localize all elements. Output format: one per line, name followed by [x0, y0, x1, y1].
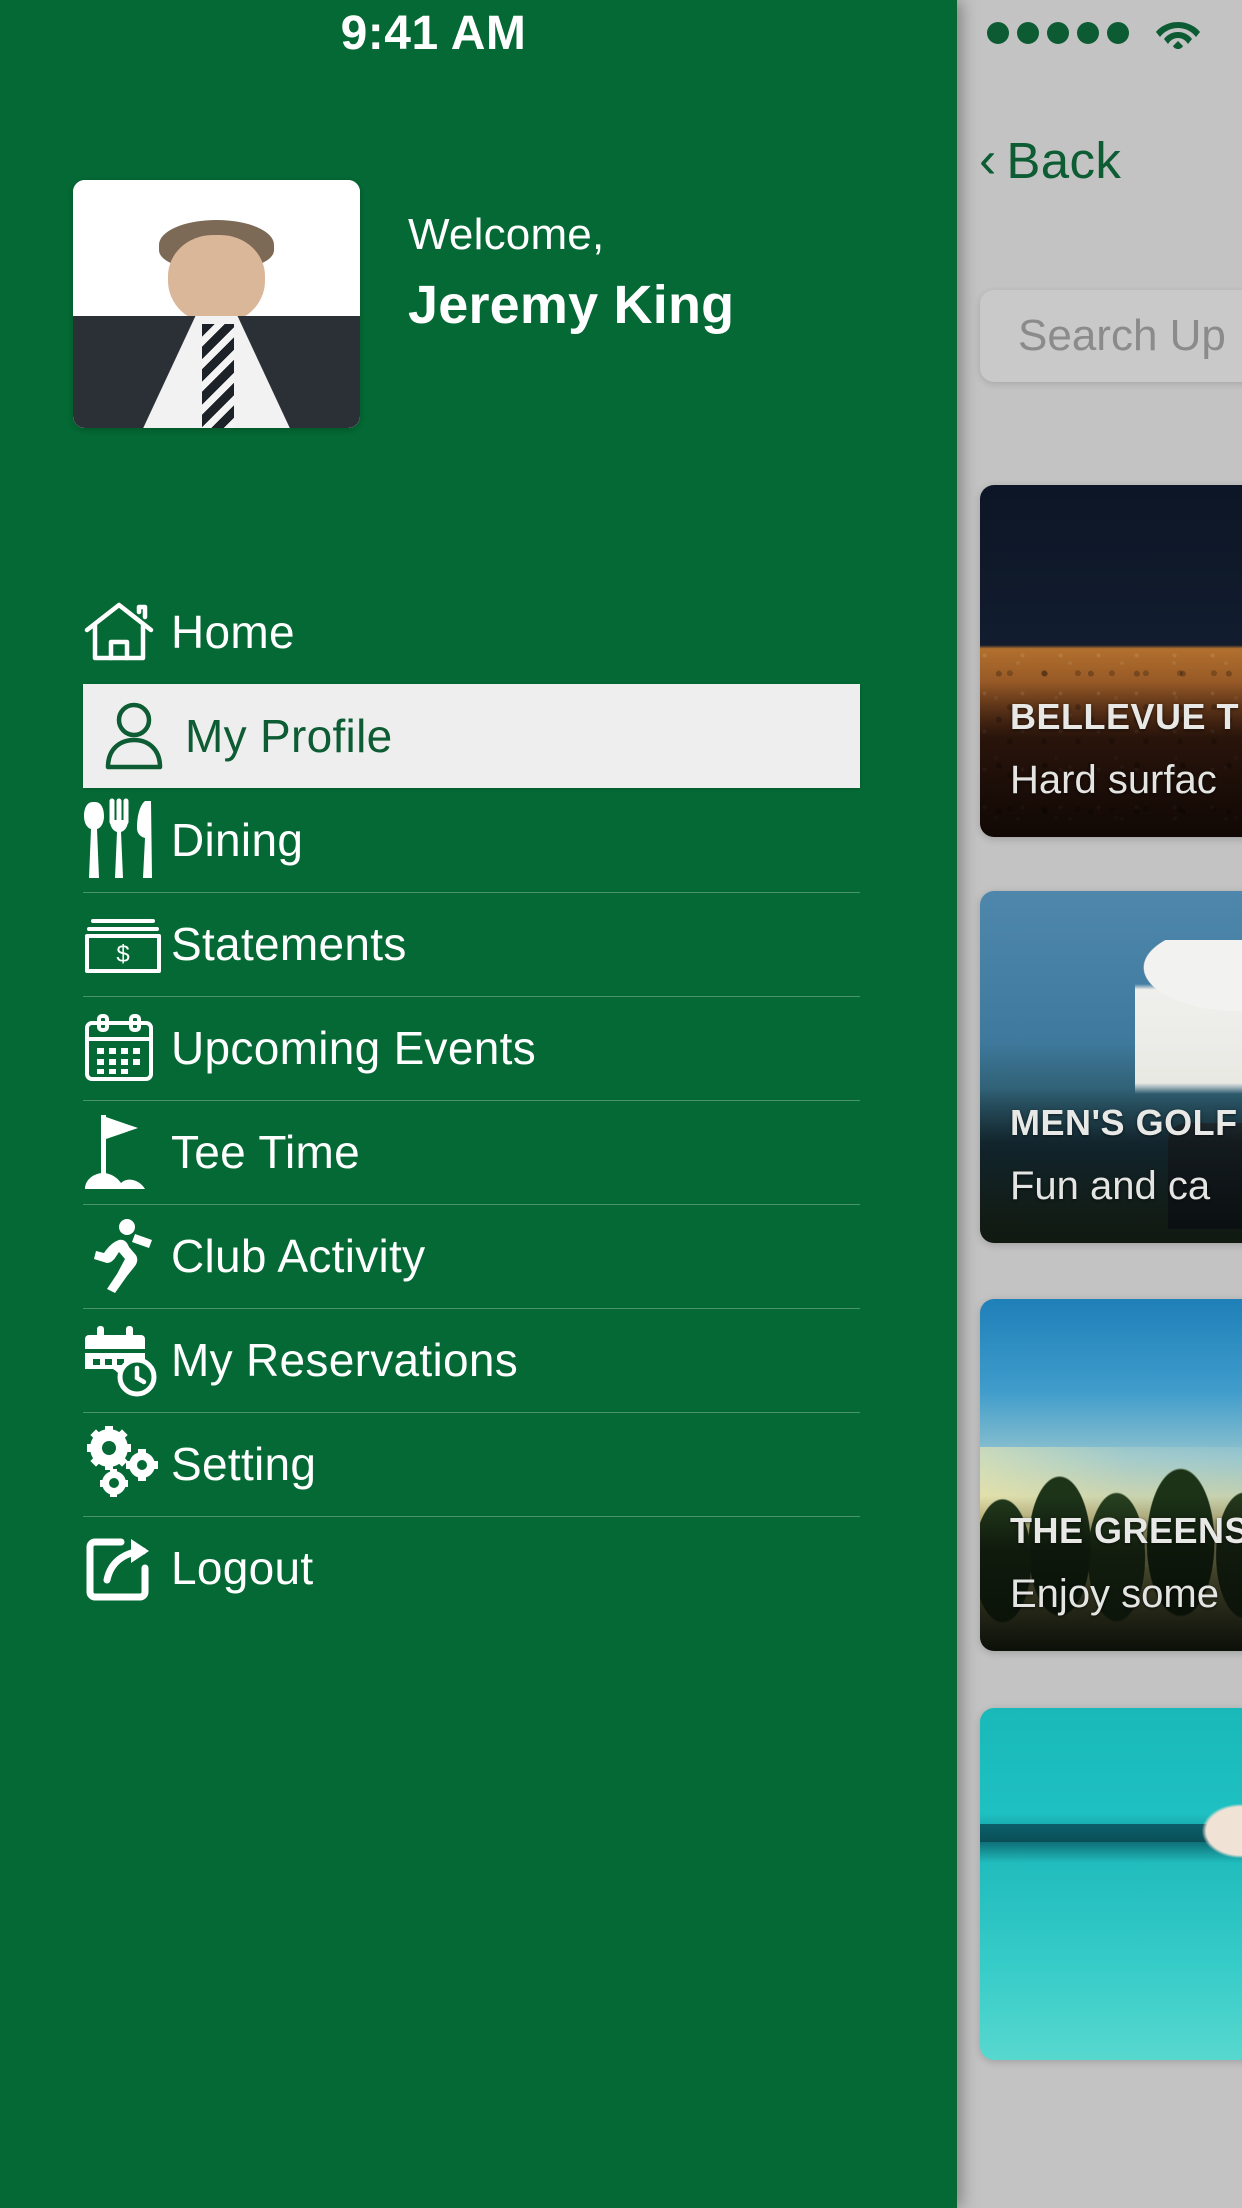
promo-card[interactable]: MEN'S GOLF Fun and ca: [980, 891, 1242, 1243]
card-swimmer: [1184, 1792, 1242, 1870]
logout-share-icon: [83, 1532, 171, 1604]
welcome-block: Welcome, Jeremy King: [408, 180, 734, 336]
content-panel-inner: ‹ Back Search Up BELLEVUE T Hard surfac: [957, 0, 1242, 2208]
cutlery-icon: [83, 798, 171, 882]
avatar-face: [167, 234, 266, 324]
signal-dot-icon: [1017, 22, 1039, 44]
signal-dot-icon: [987, 22, 1009, 44]
card-text: THE GREENS Enjoy some: [1010, 1510, 1242, 1617]
drawer-menu: Home My Profile Dining $ Statements Upco…: [0, 580, 957, 1620]
sidebar-item-statements[interactable]: $ Statements: [0, 892, 957, 996]
status-bar-left: 9:41 AM: [0, 0, 957, 66]
back-button[interactable]: ‹ Back: [957, 120, 1242, 200]
avatar-tie: [202, 323, 234, 428]
card-subtitle: Hard surfac: [1010, 758, 1217, 802]
sidebar-item-dining[interactable]: Dining: [0, 788, 957, 892]
sidebar-item-label: My Reservations: [171, 1334, 519, 1386]
sidebar-item-label: Club Activity: [171, 1230, 426, 1282]
card-text: [1010, 2006, 1242, 2026]
promo-card[interactable]: THE GREENS Enjoy some: [980, 1299, 1242, 1651]
sidebar-item-label: Upcoming Events: [171, 1022, 536, 1074]
search-placeholder: Search Up: [1018, 311, 1226, 360]
sidebar-item-label: Tee Time: [171, 1126, 361, 1178]
menu-divider: [83, 1100, 860, 1101]
signal-dot-icon: [1107, 22, 1129, 44]
wifi-icon: [1155, 16, 1201, 50]
person-icon: [83, 701, 185, 771]
welcome-name: Jeremy King: [408, 275, 735, 335]
menu-divider: [83, 1516, 860, 1517]
runner-icon: [83, 1218, 171, 1294]
card-title: THE GREENS: [1010, 1510, 1242, 1551]
cash-dollar-icon: $: [83, 913, 171, 975]
welcome-greeting: Welcome,: [408, 210, 605, 259]
card-title: MEN'S GOLF: [1010, 1102, 1238, 1143]
sidebar-item-label: Setting: [171, 1438, 317, 1490]
sidebar-item-my-reservations[interactable]: My Reservations: [0, 1308, 957, 1412]
menu-divider: [83, 1412, 860, 1413]
signal-dot-icon: [1077, 22, 1099, 44]
app-screen: ‹ Back Search Up BELLEVUE T Hard surfac: [0, 0, 1242, 2208]
card-subtitle: Fun and ca: [1010, 1164, 1211, 1208]
menu-divider: [83, 1308, 860, 1309]
chevron-left-icon: ‹: [979, 131, 997, 189]
card-title: BELLEVUE T: [1010, 696, 1240, 737]
calendar-clock-icon: [83, 1323, 171, 1397]
sidebar-item-logout[interactable]: Logout: [0, 1516, 957, 1620]
status-clock: 9:41 AM: [340, 6, 527, 60]
home-icon: [83, 600, 171, 664]
card-text: BELLEVUE T Hard surfac: [1010, 696, 1242, 803]
status-bar-right: [957, 0, 1242, 66]
menu-divider: [83, 1204, 860, 1205]
search-input[interactable]: Search Up: [980, 290, 1242, 382]
signal-dot-icon: [1047, 22, 1069, 44]
sidebar-item-my-profile[interactable]: My Profile: [83, 684, 860, 788]
navigation-drawer: 9:41 AM Welcome, Jeremy King Home My Pro…: [0, 0, 957, 2208]
sidebar-item-tee-time[interactable]: Tee Time: [0, 1100, 957, 1204]
sidebar-item-label: Home: [171, 606, 295, 658]
gears-icon: [83, 1426, 171, 1502]
sidebar-item-club-activity[interactable]: Club Activity: [0, 1204, 957, 1308]
sidebar-item-label: Logout: [171, 1542, 314, 1594]
card-subtitle: Enjoy some: [1010, 1572, 1219, 1616]
user-avatar-photo: [73, 180, 360, 428]
sidebar-item-home[interactable]: Home: [0, 580, 957, 684]
sidebar-item-upcoming-events[interactable]: Upcoming Events: [0, 996, 957, 1100]
profile-header[interactable]: Welcome, Jeremy King: [73, 180, 773, 428]
menu-divider: [83, 892, 860, 893]
card-text: MEN'S GOLF Fun and ca: [1010, 1102, 1242, 1209]
back-button-label: Back: [1006, 131, 1122, 189]
promo-card[interactable]: BELLEVUE T Hard surfac: [980, 485, 1242, 837]
svg-text:$: $: [116, 941, 129, 968]
sidebar-item-label: Statements: [171, 918, 407, 970]
menu-divider: [83, 996, 860, 997]
sidebar-item-label: My Profile: [185, 710, 393, 762]
calendar-icon: [83, 1013, 171, 1083]
promo-card[interactable]: [980, 1708, 1242, 2060]
golf-flag-icon: [83, 1111, 171, 1193]
avatar: [73, 180, 360, 428]
sidebar-item-label: Dining: [171, 814, 304, 866]
sidebar-item-setting[interactable]: Setting: [0, 1412, 957, 1516]
